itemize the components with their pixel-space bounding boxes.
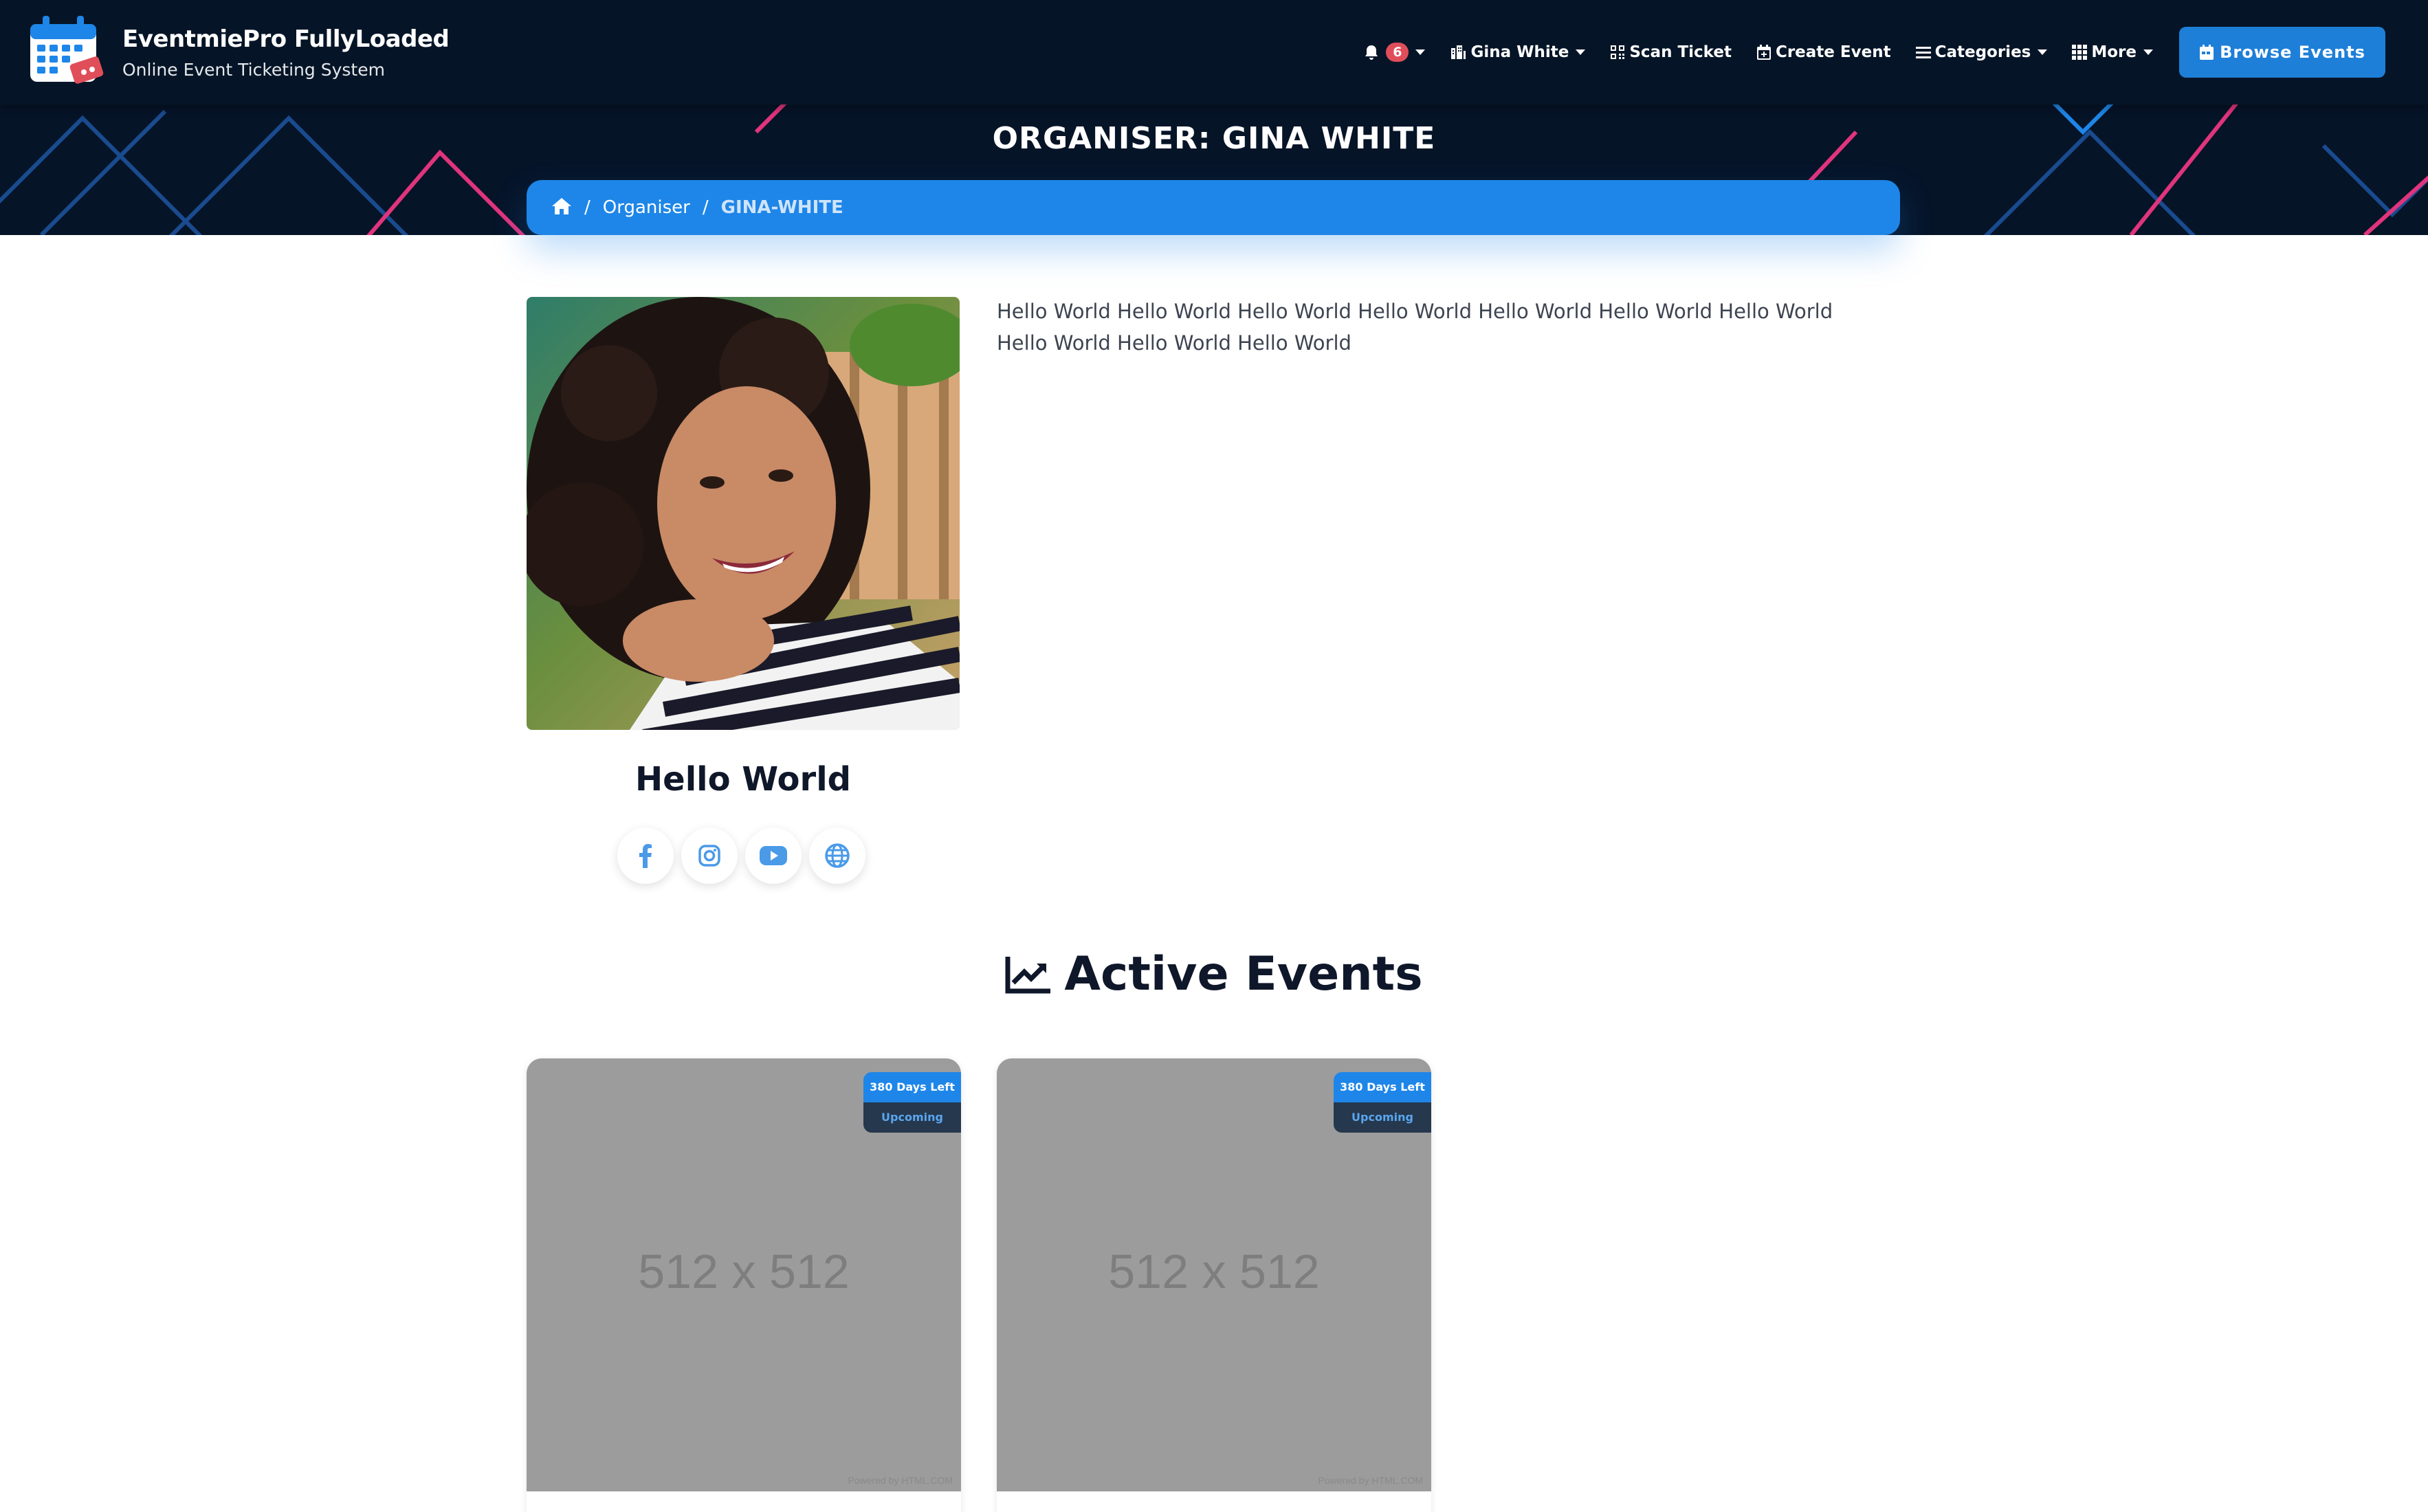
organiser-name: Hello World: [634, 760, 851, 799]
navbar: EventmiePro FullyLoaded Online Event Tic…: [0, 0, 2428, 104]
instagram-icon: [698, 845, 720, 867]
categories-dropdown[interactable]: Categories: [1915, 43, 2048, 61]
browse-events-label: Browse Events: [2220, 43, 2365, 62]
breadcrumb-separator: /: [702, 197, 709, 218]
breadcrumb-organiser-link[interactable]: Organiser: [603, 197, 690, 218]
brand-subtitle: Online Event Ticketing System: [122, 59, 385, 80]
breadcrumb: / Organiser / GINA-WHITE: [527, 180, 1900, 235]
user-name-label: Gina White: [1470, 43, 1569, 61]
days-left-label: 380 Days Left: [863, 1072, 961, 1102]
home-icon[interactable]: [551, 197, 572, 218]
calendar-ticket-logo-icon: [26, 12, 107, 93]
building-icon: [1451, 45, 1466, 59]
create-event-label: Create Event: [1775, 43, 1891, 61]
bell-icon: [1365, 45, 1378, 60]
browse-events-button[interactable]: Browse Events: [2179, 27, 2385, 78]
event-card[interactable]: 512 x 512 Powered by HTML.COM 380 Days L…: [527, 1058, 961, 1512]
user-menu-dropdown[interactable]: Gina White: [1450, 43, 1586, 61]
brand[interactable]: EventmiePro FullyLoaded Online Event Tic…: [26, 10, 450, 95]
organiser-avatar: [527, 297, 960, 730]
placeholder-credit: Powered by HTML.COM: [1318, 1475, 1423, 1486]
placeholder-size-label: 512 x 512: [638, 1245, 850, 1298]
youtube-link[interactable]: [745, 827, 802, 884]
calendar-icon: [2200, 45, 2214, 60]
notification-count-badge: 6: [1386, 43, 1409, 62]
chevron-down-icon: [2038, 49, 2048, 55]
brand-title: EventmiePro FullyLoaded: [122, 25, 450, 53]
grid-icon: [2072, 45, 2088, 60]
event-card[interactable]: 512 x 512 Powered by HTML.COM 380 Days L…: [997, 1058, 1431, 1512]
youtube-icon: [760, 846, 787, 865]
facebook-icon: [639, 844, 652, 868]
active-events-heading: Active Events: [0, 947, 2428, 1001]
chart-line-icon: [1005, 956, 1051, 993]
organiser-bio: Hello World Hello World Hello World Hell…: [997, 300, 1833, 355]
instagram-link[interactable]: [681, 827, 738, 884]
chevron-down-icon: [2143, 49, 2153, 55]
social-links: [617, 827, 873, 884]
globe-icon: [825, 843, 850, 868]
days-left-label: 380 Days Left: [1334, 1072, 1431, 1102]
main-nav: 6 Gina White Scan Ticket Create Event Ca…: [1339, 0, 2385, 104]
chevron-down-icon: [1576, 49, 1586, 55]
page-title: ORGANISER: GINA WHITE: [992, 121, 1436, 156]
categories-label: Categories: [1934, 43, 2031, 61]
bars-icon: [1915, 47, 1931, 58]
active-events-title: Active Events: [1064, 947, 1423, 1001]
breadcrumb-current: GINA-WHITE: [720, 197, 843, 218]
breadcrumb-separator: /: [584, 197, 591, 218]
chevron-down-icon: [1415, 49, 1426, 55]
more-label: More: [2091, 43, 2137, 61]
website-link[interactable]: [809, 827, 865, 884]
placeholder-size-label: 512 x 512: [1108, 1245, 1320, 1298]
more-dropdown[interactable]: More: [2072, 43, 2153, 61]
qrcode-icon: [1611, 45, 1625, 59]
notifications-dropdown[interactable]: 6: [1364, 43, 1426, 62]
facebook-link[interactable]: [617, 827, 674, 884]
calendar-plus-icon: [1756, 45, 1771, 60]
event-status-label: Upcoming: [1334, 1102, 1431, 1133]
placeholder-credit: Powered by HTML.COM: [848, 1475, 953, 1486]
scan-ticket-label: Scan Ticket: [1629, 43, 1732, 61]
scan-ticket-link[interactable]: Scan Ticket: [1610, 43, 1732, 61]
event-status-tag: 380 Days Left Upcoming: [1334, 1072, 1431, 1133]
event-status-tag: 380 Days Left Upcoming: [863, 1072, 961, 1133]
event-status-label: Upcoming: [863, 1102, 961, 1133]
create-event-link[interactable]: Create Event: [1756, 43, 1891, 61]
